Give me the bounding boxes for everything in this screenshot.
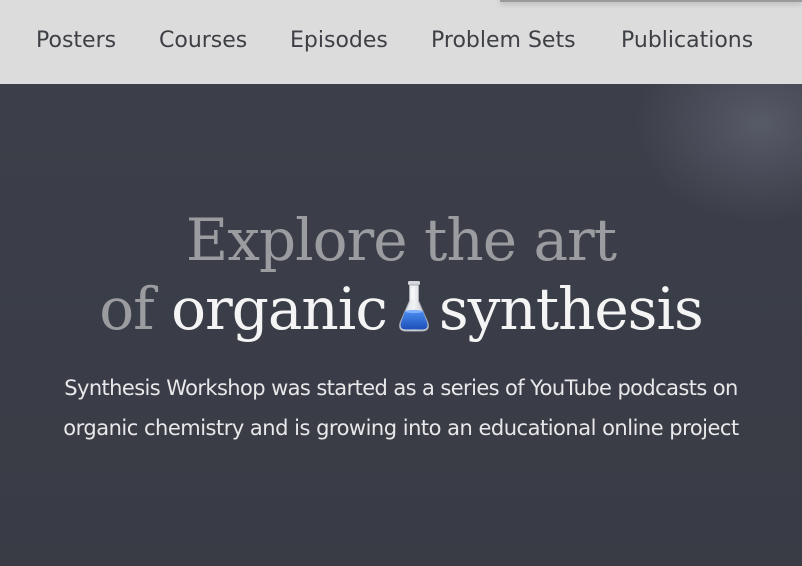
hero-section: Explore the art of organic synthesis Syn — [0, 84, 802, 566]
hero-description-line1: Synthesis Workshop was started as a seri… — [64, 376, 738, 400]
hero-headline-word-synthesis: synthesis — [438, 275, 704, 343]
nav-link-episodes[interactable]: Episodes — [290, 25, 388, 57]
hero-headline-line2: of organic synthesis — [0, 277, 802, 341]
hero-description-line2: organic chemistry and is growing into an… — [63, 416, 739, 440]
nav-link-publications[interactable]: Publications — [621, 25, 753, 57]
nav-link-posters[interactable]: Posters — [36, 25, 116, 57]
nav-link-problem-sets[interactable]: Problem Sets — [431, 25, 576, 57]
main-nav: Posters Courses Episodes Problem Sets Pu… — [0, 25, 802, 57]
hero-headline-line1: Explore the art — [185, 206, 617, 274]
hero-headline-prefix: of — [99, 275, 154, 343]
hero-headline-word-organic: organic — [171, 275, 388, 343]
nav-link-courses[interactable]: Courses — [159, 25, 247, 57]
flask-icon — [398, 281, 429, 332]
top-nav-bar: Posters Courses Episodes Problem Sets Pu… — [0, 0, 802, 84]
dropdown-shadow-edge — [500, 0, 802, 2]
